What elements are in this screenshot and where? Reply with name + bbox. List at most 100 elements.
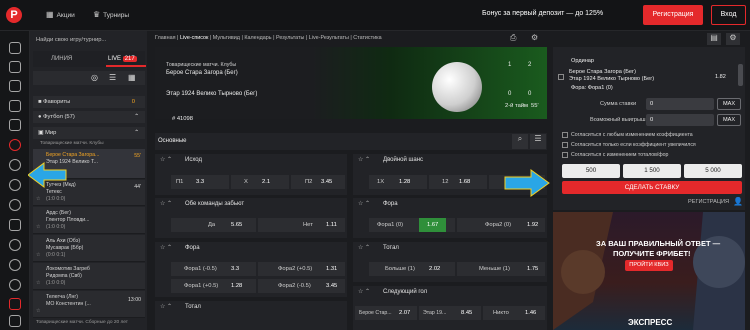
quick-stake-500[interactable]: 500 — [562, 164, 620, 178]
odds-cell[interactable]: Фора2 (0) 1.92 — [457, 218, 545, 232]
chevron-up-icon[interactable]: ☆ ⌃ — [358, 244, 370, 251]
star-icon[interactable]: ☆ — [36, 196, 41, 202]
coupon-register-link[interactable]: РЕГИСТРАЦИЯ — [688, 199, 729, 205]
match-item[interactable]: Локомотив Загреб Ридомпа (Свб) (1:0 0:0)… — [33, 263, 145, 290]
promo-banner[interactable]: ЗА ВАШ ПРАВИЛЬНЫЙ ОТВЕТ — ПОЛУЧИТЕ ФРИБЕ… — [553, 212, 745, 330]
search-icon[interactable]: ⌕ — [512, 134, 528, 149]
book-icon[interactable] — [9, 219, 21, 231]
crumb-home[interactable]: Главная — [155, 35, 176, 41]
games-icon[interactable] — [9, 119, 21, 131]
chevron-up-icon[interactable]: ☆ ⌃ — [160, 303, 172, 310]
settings-gear-icon[interactable]: ⚙ — [726, 33, 740, 45]
list-icon[interactable]: ☰ — [109, 73, 116, 82]
match-item[interactable]: Ардс (Бег) Глентор Пловди... (1:0 0:0) ☆ — [33, 207, 145, 234]
tab-main[interactable]: Основные — [158, 138, 186, 144]
odds-cell[interactable]: 12 1.68 — [429, 175, 487, 189]
star-icon[interactable]: ☆ — [36, 252, 41, 258]
print-icon[interactable]: ⎙ — [510, 33, 516, 43]
crumb-live-list[interactable]: Live-список — [180, 35, 208, 41]
chevron-up-icon[interactable]: ☆ ⌃ — [160, 200, 172, 207]
quiz-button[interactable]: ПРОЙТИ КВИЗ — [625, 260, 673, 271]
chevron-up-icon[interactable]: ☆ ⌃ — [160, 156, 172, 163]
circle-icon[interactable] — [9, 199, 21, 211]
odds-cell[interactable]: Больше (1) 2.02 — [369, 262, 455, 276]
odds-cell[interactable]: Берое Стар... 2.07 — [355, 306, 417, 320]
odds-cell[interactable]: Фора1 (-0.5) 3.3 — [171, 262, 256, 276]
odds-cell[interactable]: Этар 19... 8.45 — [419, 306, 481, 320]
nav-promo[interactable]: ▦ Акции — [46, 10, 75, 19]
bet-type[interactable]: Ординар — [571, 58, 594, 64]
chevron-up-icon[interactable]: ☆ ⌃ — [358, 200, 370, 207]
sidebar-item-world[interactable]: ▣ Мир ⌃ — [33, 127, 145, 139]
register-button[interactable]: Регистрация — [643, 5, 703, 25]
win-input[interactable]: 0 — [646, 114, 714, 126]
gear-icon[interactable]: ⚙ — [531, 33, 538, 42]
odds-cell[interactable]: X 2.1 — [231, 175, 289, 189]
chevron-up-icon[interactable]: ☆ ⌃ — [160, 244, 172, 251]
odds-cell[interactable]: Меньше (1) 1.75 — [457, 262, 545, 276]
odds-cell[interactable]: П2 3.45 — [291, 175, 345, 189]
promo-side-icon[interactable] — [9, 298, 21, 310]
nav-tournaments[interactable]: ♛ Турниры — [93, 10, 129, 19]
tab-line[interactable]: ЛИНИЯ — [51, 56, 72, 62]
odds-cell[interactable]: 1X 1.28 — [369, 175, 427, 189]
odds-cell[interactable]: Никто 1.46 — [483, 306, 545, 320]
casino-icon[interactable] — [9, 259, 21, 271]
odds-cell[interactable]: Да 5.65 — [171, 218, 256, 232]
crumb-results[interactable]: Результаты — [276, 35, 304, 41]
accept-totals-checkbox[interactable] — [562, 152, 568, 158]
max-button-2[interactable]: MAX — [717, 114, 741, 126]
odds-value: 1.31 — [326, 266, 338, 272]
stake-input[interactable]: 0 — [646, 98, 714, 110]
crumb-multiview[interactable]: Мультивид — [213, 35, 240, 41]
odds-label: 1X — [377, 179, 385, 185]
football-icon[interactable] — [9, 139, 21, 151]
tab-live[interactable]: LIVE 217 — [108, 56, 137, 62]
market-title: Фора — [185, 245, 200, 251]
chevron-up-icon[interactable]: ☆ ⌃ — [358, 288, 370, 295]
match-item[interactable]: Телегча (Лнг) МО Констентин (... 13:00 ☆ — [33, 291, 145, 318]
live-icon[interactable] — [9, 80, 21, 92]
crumb-live-results[interactable]: Live-Результаты — [309, 35, 349, 41]
quick-stake-1500[interactable]: 1 500 — [623, 164, 681, 178]
settings-icon[interactable] — [9, 42, 21, 54]
odds-cell[interactable]: Фора1 (+0.5) 1.28 — [171, 279, 256, 293]
chevron-up-icon[interactable]: ☆ ⌃ — [358, 156, 370, 163]
odds-cell[interactable]: Фора1 (0) 1.67 — [369, 218, 455, 232]
scrollbar[interactable] — [738, 64, 743, 86]
star-icon[interactable]: ☆ — [36, 280, 41, 286]
crumb-calendar[interactable]: Календарь — [244, 35, 271, 41]
odds-cell[interactable]: П1 3.3 — [171, 175, 229, 189]
bonus-text[interactable]: Бонус за первый депозит — до 125% — [482, 10, 603, 17]
max-button[interactable]: MAX — [717, 98, 741, 110]
filter-icon[interactable]: ☰ — [530, 134, 546, 149]
brand-logo[interactable]: P — [6, 7, 22, 23]
chip-icon[interactable] — [9, 179, 21, 191]
place-bet-button[interactable]: СДЕЛАТЬ СТАВКУ — [562, 181, 742, 194]
bonus-icon[interactable] — [9, 239, 21, 251]
accept-up-checkbox[interactable] — [562, 142, 568, 148]
accept-any-checkbox[interactable] — [562, 132, 568, 138]
odds-cell[interactable]: Фора2 (-0.5) 3.45 — [258, 279, 345, 293]
grid-icon[interactable]: ▦ — [128, 73, 136, 82]
match-home: Ардс (Бег) — [46, 210, 71, 216]
login-button[interactable]: Вход — [711, 5, 746, 25]
coupon-checkbox[interactable] — [558, 74, 564, 80]
odds-cell[interactable]: Фора2 (+0.5) 1.31 — [258, 262, 345, 276]
crumb-stats[interactable]: Статистика — [353, 35, 381, 41]
target-icon[interactable] — [9, 159, 21, 171]
menu-icon[interactable] — [9, 315, 21, 327]
sidebar-item-football[interactable]: ● Футбол (57) ⌃ — [33, 111, 145, 123]
star-icon[interactable]: ☆ — [36, 224, 41, 230]
globe-icon[interactable]: ◎ — [91, 73, 98, 82]
poker-icon[interactable] — [9, 279, 21, 291]
calculator-icon[interactable]: ▤ — [707, 33, 721, 45]
sidebar-item-favorites[interactable]: ■ Фавориты 0 — [33, 96, 145, 108]
odds-cell[interactable]: Нет 1.11 — [258, 218, 345, 232]
star-icon[interactable]: ☆ — [36, 308, 41, 314]
match-item[interactable]: Аль Ахи (Обэ) Мусаврак (Ббр) (0:0 0:1) ☆ — [33, 235, 145, 262]
user-icon[interactable] — [9, 61, 21, 73]
quick-stake-5000[interactable]: 5 000 — [684, 164, 742, 178]
search-input[interactable]: Найди свою игру/турнир... — [36, 37, 144, 47]
cards-icon[interactable] — [9, 100, 21, 112]
